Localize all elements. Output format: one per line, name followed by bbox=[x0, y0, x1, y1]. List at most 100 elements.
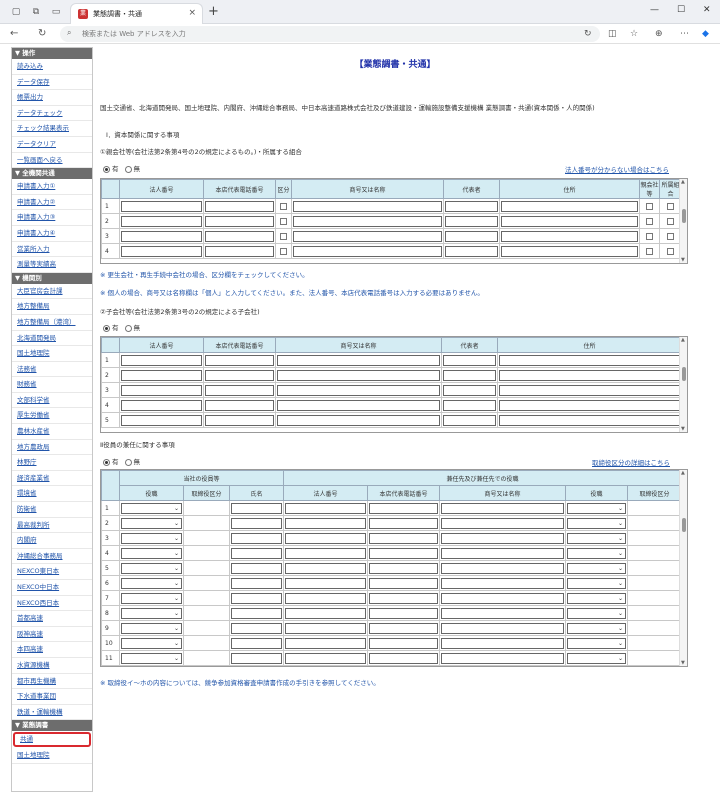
name-input[interactable] bbox=[231, 517, 283, 529]
corporate-number-input[interactable] bbox=[285, 517, 367, 529]
representative-input[interactable] bbox=[445, 245, 498, 257]
sidebar-item[interactable]: 本四高速 bbox=[12, 642, 92, 658]
address-input[interactable] bbox=[501, 200, 638, 212]
address-input[interactable] bbox=[499, 354, 680, 366]
address-input[interactable] bbox=[501, 215, 638, 227]
phone-input[interactable] bbox=[205, 215, 274, 227]
company-name-input[interactable] bbox=[441, 532, 565, 544]
concurrent-position-select[interactable]: ⌄ bbox=[567, 607, 627, 619]
workspaces-icon[interactable]: ⧉ bbox=[30, 6, 42, 18]
company-name-input[interactable] bbox=[277, 384, 440, 396]
split-screen-icon[interactable]: ◫ bbox=[608, 28, 617, 40]
phone-input[interactable] bbox=[369, 652, 439, 664]
radio-yes-parent[interactable]: 有 bbox=[103, 163, 119, 173]
company-name-input[interactable] bbox=[441, 577, 565, 589]
address-input[interactable] bbox=[499, 414, 680, 426]
representative-input[interactable] bbox=[443, 414, 496, 426]
union-checkbox[interactable] bbox=[667, 232, 674, 240]
name-input[interactable] bbox=[231, 502, 283, 514]
address-input[interactable] bbox=[501, 230, 638, 242]
phone-input[interactable] bbox=[369, 637, 439, 649]
parent-company-checkbox[interactable] bbox=[646, 202, 653, 210]
sidebar-item[interactable]: 環境省 bbox=[12, 486, 92, 503]
sidebar-item[interactable]: 申請書入力④ bbox=[12, 226, 92, 242]
company-name-input[interactable] bbox=[441, 622, 565, 634]
phone-input[interactable] bbox=[369, 547, 439, 559]
phone-input[interactable] bbox=[369, 577, 439, 589]
sidebar-item[interactable]: 地方整備局（港湾） bbox=[12, 315, 92, 331]
position-select[interactable]: ⌄ bbox=[121, 637, 182, 649]
concurrent-position-select[interactable]: ⌄ bbox=[567, 517, 627, 529]
corporate-number-input[interactable] bbox=[285, 502, 367, 514]
phone-input[interactable] bbox=[369, 607, 439, 619]
position-select[interactable]: ⌄ bbox=[121, 652, 182, 664]
radio-no-subsidiary[interactable]: 無 bbox=[124, 322, 140, 332]
tab-close-icon[interactable]: × bbox=[188, 8, 196, 18]
position-select[interactable]: ⌄ bbox=[121, 592, 182, 604]
table2-scrollbar[interactable]: ▲ ▼ bbox=[679, 337, 687, 432]
corporate-number-input[interactable] bbox=[121, 230, 202, 242]
sidebar-item[interactable]: データ保存 bbox=[12, 75, 92, 91]
corporate-number-input[interactable] bbox=[121, 245, 202, 257]
sidebar-item[interactable]: 地方農政局 bbox=[12, 440, 92, 456]
address-input[interactable] bbox=[501, 245, 638, 257]
sidebar-item[interactable]: 防衛省 bbox=[12, 502, 92, 518]
name-input[interactable] bbox=[231, 547, 283, 559]
sidebar-item[interactable]: 最高裁判所 bbox=[12, 518, 92, 534]
sidebar-item[interactable]: 首都高速 bbox=[12, 611, 92, 627]
sidebar-item[interactable]: 厚生労働省 bbox=[12, 408, 92, 425]
position-select[interactable]: ⌄ bbox=[121, 562, 182, 574]
radio-no-parent[interactable]: 無 bbox=[124, 163, 140, 173]
radio-yes-subsidiary[interactable]: 有 bbox=[103, 322, 119, 332]
concurrent-position-select[interactable]: ⌄ bbox=[567, 562, 627, 574]
phone-input[interactable] bbox=[205, 354, 274, 366]
corporate-number-input[interactable] bbox=[121, 200, 202, 212]
concurrent-position-select[interactable]: ⌄ bbox=[567, 592, 627, 604]
category-checkbox[interactable] bbox=[280, 232, 287, 240]
phone-input[interactable] bbox=[205, 399, 274, 411]
name-input[interactable] bbox=[231, 562, 283, 574]
representative-input[interactable] bbox=[443, 384, 496, 396]
phone-input[interactable] bbox=[369, 502, 439, 514]
sidebar-item[interactable]: 共通 bbox=[13, 732, 91, 748]
concurrent-position-select[interactable]: ⌄ bbox=[567, 637, 627, 649]
sidebar-item[interactable]: 都市再生機構 bbox=[12, 674, 92, 690]
concurrent-position-select[interactable]: ⌄ bbox=[567, 547, 627, 559]
company-name-input[interactable] bbox=[441, 592, 565, 604]
sidebar-item[interactable]: 国土地理院 bbox=[12, 748, 92, 764]
sidebar-item[interactable]: 北海道開発局 bbox=[12, 331, 92, 347]
sidebar-item[interactable]: 大臣官房会計課 bbox=[12, 284, 92, 300]
corporate-number-input[interactable] bbox=[285, 607, 367, 619]
corporate-number-input[interactable] bbox=[121, 369, 202, 381]
parent-company-checkbox[interactable] bbox=[646, 217, 653, 225]
sidebar-item[interactable]: 読み込み bbox=[12, 59, 92, 75]
sidebar-item[interactable]: データクリア bbox=[12, 137, 92, 153]
corporate-number-input[interactable] bbox=[285, 562, 367, 574]
corporate-number-input[interactable] bbox=[285, 622, 367, 634]
sidebar-item[interactable]: 法務省 bbox=[12, 362, 92, 378]
sidebar-item[interactable]: 林野庁 bbox=[12, 455, 92, 471]
corporate-number-link[interactable]: 法人番号が分からない場合はこちら bbox=[565, 164, 669, 174]
phone-input[interactable] bbox=[369, 562, 439, 574]
sidebar-item[interactable]: NEXCO西日本 bbox=[12, 596, 92, 612]
union-checkbox[interactable] bbox=[667, 247, 674, 255]
parent-company-checkbox[interactable] bbox=[646, 247, 653, 255]
sidebar-item[interactable]: 申請書入力① bbox=[12, 179, 92, 195]
reload-icon[interactable]: ↻ bbox=[38, 27, 46, 41]
sidebar-item[interactable]: 申請書入力② bbox=[12, 195, 92, 211]
profile-icon[interactable]: ▢ bbox=[10, 6, 22, 18]
company-name-input[interactable] bbox=[277, 399, 440, 411]
representative-input[interactable] bbox=[443, 399, 496, 411]
maximize-button[interactable]: ☐ bbox=[677, 5, 685, 15]
corporate-number-input[interactable] bbox=[121, 384, 202, 396]
concurrent-position-select[interactable]: ⌄ bbox=[567, 622, 627, 634]
sidebar-item[interactable]: 申請書入力③ bbox=[12, 210, 92, 226]
company-name-input[interactable] bbox=[441, 607, 565, 619]
corporate-number-input[interactable] bbox=[121, 399, 202, 411]
name-input[interactable] bbox=[231, 592, 283, 604]
representative-input[interactable] bbox=[443, 354, 496, 366]
sidebar-item[interactable]: 営業所入力 bbox=[12, 242, 92, 258]
phone-input[interactable] bbox=[369, 592, 439, 604]
copilot-icon[interactable]: ◆ bbox=[702, 28, 709, 40]
back-icon[interactable]: ← bbox=[10, 27, 18, 41]
